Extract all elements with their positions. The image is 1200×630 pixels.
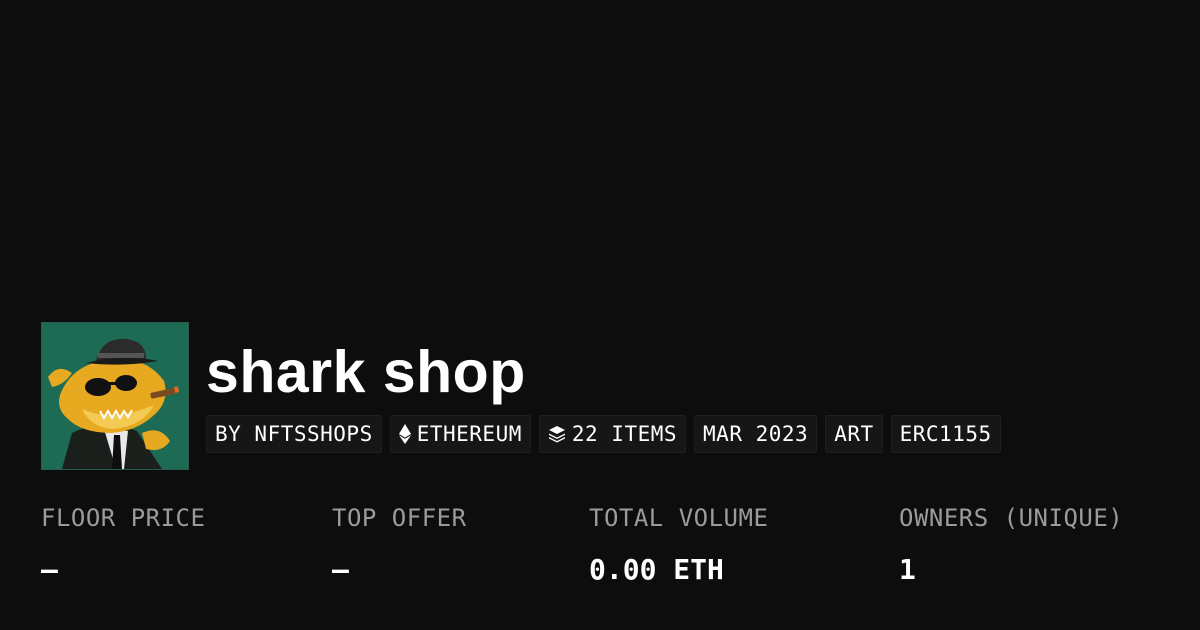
items-tag[interactable]: 22 ITEMS (538, 415, 687, 453)
top-offer-value: – (332, 553, 349, 586)
ethereum-icon (398, 424, 411, 444)
owners-value: 1 (899, 553, 916, 586)
layers-icon (548, 425, 566, 443)
category-tag-label: ART (834, 422, 874, 446)
collection-title: shark shop (206, 339, 526, 405)
shark-avatar-icon (42, 323, 188, 469)
category-tag[interactable]: ART (825, 415, 883, 453)
items-tag-label: 22 ITEMS (571, 422, 678, 446)
creator-tag-label: BY NFTSSHOPS (215, 422, 373, 446)
total-volume-value: 0.00 ETH (589, 553, 724, 586)
floor-price-label: FLOOR PRICE (41, 504, 206, 532)
standard-tag: ERC1155 (890, 415, 1001, 453)
date-tag-label: MAR 2023 (703, 422, 809, 446)
floor-price-value: – (41, 553, 58, 586)
date-tag: MAR 2023 (694, 415, 818, 453)
owners-label: OWNERS (UNIQUE) (899, 504, 1124, 532)
chain-tag[interactable]: ETHEREUM (389, 415, 531, 453)
creator-tag[interactable]: BY NFTSSHOPS (206, 415, 382, 453)
collection-tags: BY NFTSSHOPS ETHEREUM 22 ITEMS MAR 2023 … (206, 415, 1001, 453)
collection-avatar (41, 322, 189, 470)
chain-tag-label: ETHEREUM (416, 422, 522, 446)
standard-tag-label: ERC1155 (899, 422, 992, 446)
top-offer-label: TOP OFFER (332, 504, 467, 532)
total-volume-label: TOTAL VOLUME (589, 504, 769, 532)
